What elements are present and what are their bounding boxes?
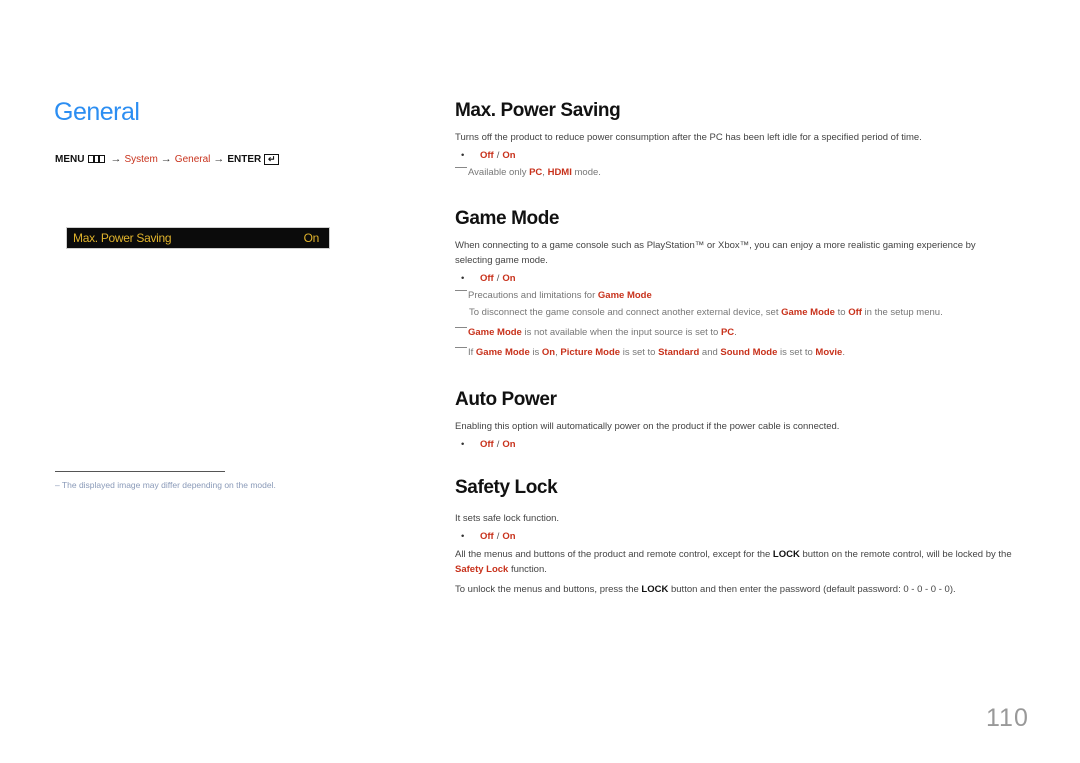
para-text: All the menus and buttons of the product…: [455, 549, 773, 560]
arrow-icon: →: [213, 153, 225, 165]
para-text: button and then enter the password (defa…: [668, 584, 956, 595]
section-title: Safety Lock: [455, 477, 558, 498]
note-highlight: Sound Mode: [720, 347, 778, 358]
note: Available only PC, HDMI mode.: [455, 165, 1015, 180]
section-title: Max. Power Saving: [455, 100, 621, 121]
bullet-icon: •: [461, 439, 465, 450]
note-dash-icon: [455, 327, 467, 328]
osd-item-value: On: [303, 231, 320, 245]
section-game-mode: Game Mode When connecting to a game cons…: [455, 208, 1015, 360]
note-dash-icon: [455, 290, 467, 291]
note-text: .: [734, 327, 737, 338]
page-title: General: [54, 98, 140, 126]
option-off: Off: [480, 531, 494, 542]
para-text: To unlock the menus and buttons, press t…: [455, 584, 642, 595]
menu-path-breadcrumb: MENU → System → General → ENTER ↵: [55, 153, 280, 165]
section-safety-lock: Safety Lock It sets safe lock function. …: [455, 477, 1015, 597]
option-off: Off: [480, 150, 494, 161]
bullet-icon: •: [461, 531, 465, 542]
note-text: to: [834, 307, 849, 318]
note-highlight: PC: [720, 327, 735, 338]
note-highlight: PC: [529, 167, 543, 178]
note-text: is: [529, 347, 542, 358]
paragraph-unlock-info: To unlock the menus and buttons, press t…: [455, 582, 1015, 597]
note-highlight: Picture Mode: [560, 347, 621, 358]
para-text: function.: [508, 564, 547, 575]
note-highlight: HDMI: [547, 167, 572, 178]
note-highlight: Game Mode: [781, 307, 835, 318]
note: If Game Mode is On, Picture Mode is set …: [455, 345, 1015, 360]
section-description: Enabling this option will automatically …: [455, 421, 840, 432]
arrow-icon: →: [110, 153, 122, 165]
note-text: is not available when the input source i…: [521, 327, 721, 338]
menu-path-general: General: [174, 153, 211, 165]
note-highlight: Off: [848, 307, 862, 318]
para-text: button on the remote control, will be lo…: [799, 549, 1012, 560]
section-description: When connecting to a game console such a…: [455, 240, 976, 266]
option-separator: /: [496, 273, 500, 284]
options-list: • Off / On: [455, 150, 1015, 161]
option-on: On: [502, 439, 516, 450]
para-bold: LOCK: [772, 549, 800, 560]
option-separator: /: [496, 150, 500, 161]
menu-path-system: System: [124, 153, 158, 165]
note-text: is set to: [620, 347, 659, 358]
note-text: Available only: [468, 167, 530, 178]
section-title: Game Mode: [455, 208, 560, 229]
options-list: • Off / On: [455, 439, 1015, 450]
note-dash-icon: [455, 347, 467, 348]
enter-key-label: ENTER: [227, 153, 262, 165]
note-text: mode.: [571, 167, 601, 178]
note-highlight: Movie: [815, 347, 843, 358]
osd-menu-item-max-power-saving: Max. Power Saving On: [66, 227, 330, 249]
footnote-divider: [55, 471, 225, 472]
menu-key-label: MENU: [55, 153, 85, 165]
section-max-power-saving: Max. Power Saving Turns off the product …: [455, 100, 1015, 180]
note-highlight: Standard: [658, 347, 700, 358]
option-on: On: [502, 150, 516, 161]
note-text: and: [699, 347, 721, 358]
note-text: Precautions and limitations for: [468, 290, 598, 301]
paragraph-lock-info: All the menus and buttons of the product…: [455, 547, 1015, 577]
note-text: is set to: [777, 347, 816, 358]
option-on: On: [502, 273, 516, 284]
note-text: If: [468, 347, 476, 358]
section-title: Auto Power: [455, 389, 557, 410]
note-highlight: Game Mode: [475, 347, 530, 358]
note-text: in the setup menu.: [861, 307, 943, 318]
section-auto-power: Auto Power Enabling this option will aut…: [455, 389, 1015, 450]
options-list: • Off / On: [455, 531, 1015, 542]
osd-item-label: Max. Power Saving: [73, 231, 172, 245]
bullet-icon: •: [461, 273, 465, 284]
option-separator: /: [496, 439, 500, 450]
option-off: Off: [480, 273, 494, 284]
footnote: – The displayed image may differ dependi…: [55, 480, 276, 490]
option-separator: /: [496, 531, 500, 542]
note-text: .: [842, 347, 845, 358]
option-off: Off: [480, 439, 494, 450]
options-list: • Off / On: [455, 273, 1015, 284]
note-highlight: Game Mode: [468, 327, 522, 338]
note: Game Mode is not available when the inpu…: [455, 325, 1015, 340]
section-description: Turns off the product to reduce power co…: [455, 132, 922, 143]
para-highlight: Safety Lock: [455, 564, 509, 575]
note-detail: To disconnect the game console and conne…: [455, 305, 1015, 320]
note-dash-icon: [455, 167, 467, 168]
bullet-icon: •: [461, 150, 465, 161]
note: Precautions and limitations for Game Mod…: [455, 288, 1015, 303]
page-number: 110: [986, 704, 1029, 732]
arrow-icon: →: [160, 153, 172, 165]
menu-grid-icon: [88, 155, 106, 163]
section-description: It sets safe lock function.: [455, 513, 560, 524]
note-text: To disconnect the game console and conne…: [469, 307, 782, 318]
para-bold: LOCK: [641, 584, 669, 595]
option-on: On: [502, 531, 516, 542]
note-highlight: On: [541, 347, 556, 358]
note-highlight: Game Mode: [597, 290, 652, 301]
enter-return-icon: ↵: [264, 153, 280, 165]
